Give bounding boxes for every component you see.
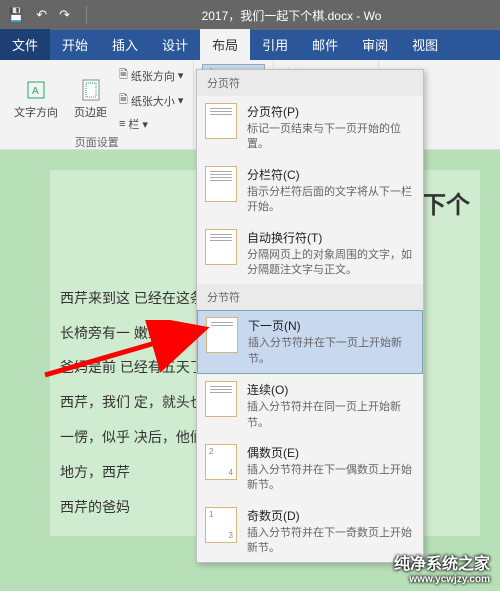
- chevron-down-icon: ▾: [178, 94, 184, 107]
- svg-text:A: A: [32, 86, 39, 97]
- text-wrapping-icon: [205, 229, 237, 265]
- next-page-icon: [206, 317, 238, 353]
- text-direction-button[interactable]: A 文字方向: [8, 64, 64, 134]
- size-button[interactable]: 🗎 纸张大小 ▾: [117, 89, 185, 112]
- redo-icon[interactable]: ↷: [59, 7, 70, 23]
- menu-item-odd-page[interactable]: 13 奇数页(D)插入分节符并在下一奇数页上开始新节。: [197, 500, 423, 563]
- save-icon[interactable]: 💾: [8, 7, 24, 23]
- tab-home[interactable]: 开始: [50, 29, 100, 60]
- columns-icon: ≡: [119, 118, 125, 130]
- orientation-button[interactable]: 🗎 纸张方向 ▾: [117, 64, 185, 87]
- undo-icon[interactable]: ↶: [36, 7, 47, 23]
- text-direction-icon: A: [24, 78, 48, 102]
- menu-item-next-page[interactable]: 下一页(N)插入分节符并在下一页上开始新节。: [197, 310, 423, 374]
- menu-item-page-break[interactable]: 分页符(P)标记一页结束与下一页开始的位置。: [197, 96, 423, 159]
- columns-button[interactable]: ≡ 栏 ▾: [117, 114, 185, 134]
- quick-access-toolbar: 💾 ↶ ↷: [8, 6, 91, 24]
- menu-item-continuous[interactable]: 连续(O)插入分节符并在同一页上开始新节。: [197, 374, 423, 437]
- window-title: 2017，我们一起下个棋.docx - Wo: [91, 7, 492, 24]
- tab-mailings[interactable]: 邮件: [300, 29, 350, 60]
- margins-button[interactable]: 页边距: [68, 64, 113, 134]
- ribbon-tabs: 文件 开始 插入 设计 布局 引用 邮件 审阅 视图: [0, 30, 500, 60]
- odd-page-icon: 13: [205, 507, 237, 543]
- menu-item-text-wrapping[interactable]: 自动换行符(T)分隔网页上的对象周围的文字，如分隔题注文字与正文。: [197, 222, 423, 285]
- tab-file[interactable]: 文件: [0, 29, 50, 60]
- watermark: 纯净系统之家 www.ycwjzy.com: [394, 550, 490, 585]
- tab-review[interactable]: 审阅: [350, 29, 400, 60]
- tab-references[interactable]: 引用: [250, 29, 300, 60]
- margins-icon: [79, 78, 103, 102]
- breaks-dropdown-menu: 分页符 分页符(P)标记一页结束与下一页开始的位置。 分栏符(C)指示分栏符后面…: [196, 69, 424, 563]
- even-page-icon: 24: [205, 444, 237, 480]
- tab-layout[interactable]: 布局: [200, 29, 250, 60]
- orientation-icon: 🗎: [119, 66, 128, 85]
- chevron-down-icon: ▾: [142, 118, 148, 131]
- size-icon: 🗎: [119, 91, 128, 110]
- ribbon-group-page-setup: A 文字方向 页边距 🗎 纸张方向 ▾ 🗎 纸张大小 ▾: [0, 60, 194, 149]
- menu-item-even-page[interactable]: 24 偶数页(E)插入分节符并在下一偶数页上开始新节。: [197, 437, 423, 500]
- titlebar: 💾 ↶ ↷ 2017，我们一起下个棋.docx - Wo: [0, 0, 500, 30]
- tab-design[interactable]: 设计: [150, 29, 200, 60]
- menu-item-column-break[interactable]: 分栏符(C)指示分栏符后面的文字将从下一栏开始。: [197, 159, 423, 222]
- chevron-down-icon: ▾: [178, 69, 184, 82]
- tab-view[interactable]: 视图: [400, 29, 450, 60]
- page-break-icon: [205, 103, 237, 139]
- dropdown-section-section-breaks: 分节符: [197, 284, 423, 310]
- dropdown-section-page-breaks: 分页符: [197, 70, 423, 96]
- column-break-icon: [205, 166, 237, 202]
- tab-insert[interactable]: 插入: [100, 29, 150, 60]
- continuous-icon: [205, 381, 237, 417]
